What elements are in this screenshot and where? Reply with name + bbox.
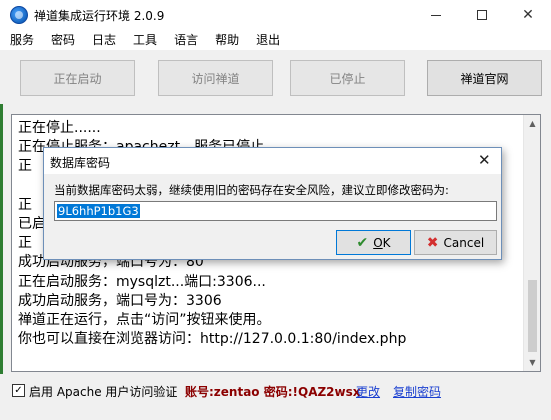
menu-log[interactable]: 日志 [82, 30, 123, 50]
log-line: 禅道正在运行，点击“访问”按钮来使用。 [18, 312, 271, 329]
checkmark-icon: ✔ [356, 234, 369, 251]
log-line: 你也可以直接在浏览器访问：http://127.0.0.1:80/index.p… [18, 331, 407, 348]
scroll-thumb[interactable] [528, 280, 537, 352]
apache-auth-label: 启用 Apache 用户访问验证 [29, 385, 178, 399]
password-value: 9L6hhP1b1G3 [57, 204, 140, 218]
cancel-button[interactable]: ✖ Cancel [414, 230, 497, 255]
menu-password[interactable]: 密码 [41, 30, 82, 50]
log-line: 正在停止...... [18, 120, 101, 136]
log-line: 正在启动服务：mysqlzt...端口:3306... [18, 273, 266, 290]
starting-button[interactable]: 正在启动 [20, 60, 135, 96]
menu-help[interactable]: 帮助 [205, 30, 246, 50]
cancel-label: Cancel [443, 235, 485, 250]
maximize-icon [477, 10, 487, 20]
menu-bar: 服务 密码 日志 工具 语言 帮助 退出 [0, 30, 551, 50]
menu-service[interactable]: 服务 [0, 30, 41, 50]
app-icon [10, 6, 28, 24]
change-link[interactable]: 更改 [356, 383, 380, 400]
ok-button[interactable]: ✔ OK [336, 230, 411, 255]
scroll-up-icon[interactable]: ▲ [524, 115, 540, 132]
dialog-title: 数据库密码 [50, 156, 111, 170]
copy-password-link[interactable]: 复制密码 [393, 383, 441, 400]
visit-zentao-button[interactable]: 访问禅道 [158, 60, 273, 96]
log-scrollbar[interactable]: ▲ ▼ [523, 115, 540, 371]
scroll-down-icon[interactable]: ▼ [524, 354, 540, 371]
log-line: 成功启动服务，端口号为：3306 [18, 292, 222, 309]
stopped-button[interactable]: 已停止 [290, 60, 405, 96]
close-icon: ✕ [522, 7, 534, 23]
window-close-button[interactable]: ✕ [505, 0, 551, 30]
menu-language[interactable]: 语言 [164, 30, 205, 50]
db-password-dialog: 数据库密码 ✕ 当前数据库密码太弱，继续使用旧的密码存在安全风险，建议立即修改密… [43, 147, 502, 260]
ok-accel: O [373, 235, 383, 250]
title-bar: 禅道集成运行环境 2.0.9 ✕ [0, 0, 551, 30]
apache-auth-checkbox[interactable]: ✓ [12, 384, 25, 397]
dialog-message: 当前数据库密码太弱，继续使用旧的密码存在安全风险，建议立即修改密码为: [54, 183, 449, 197]
ok-label: OK [373, 235, 391, 250]
side-strip [0, 104, 3, 374]
new-password-input[interactable]: 9L6hhP1b1G3 [54, 201, 497, 221]
credentials-text: 账号:zentao 密码:!QAZ2wsx [185, 385, 361, 399]
footer: ✓ 启用 Apache 用户访问验证 账号:zentao 密码:!QAZ2wsx… [0, 378, 551, 404]
minimize-button[interactable] [413, 0, 459, 30]
window-title: 禅道集成运行环境 2.0.9 [34, 9, 165, 23]
minimize-icon [431, 14, 441, 16]
official-site-button[interactable]: 禅道官网 [427, 60, 542, 96]
x-icon: ✖ [426, 234, 439, 251]
menu-tools[interactable]: 工具 [123, 30, 164, 50]
dialog-close-icon[interactable]: ✕ [478, 152, 491, 168]
dialog-title-bar: 数据库密码 ✕ [44, 148, 501, 174]
menu-exit[interactable]: 退出 [246, 30, 287, 50]
maximize-button[interactable] [459, 0, 505, 30]
